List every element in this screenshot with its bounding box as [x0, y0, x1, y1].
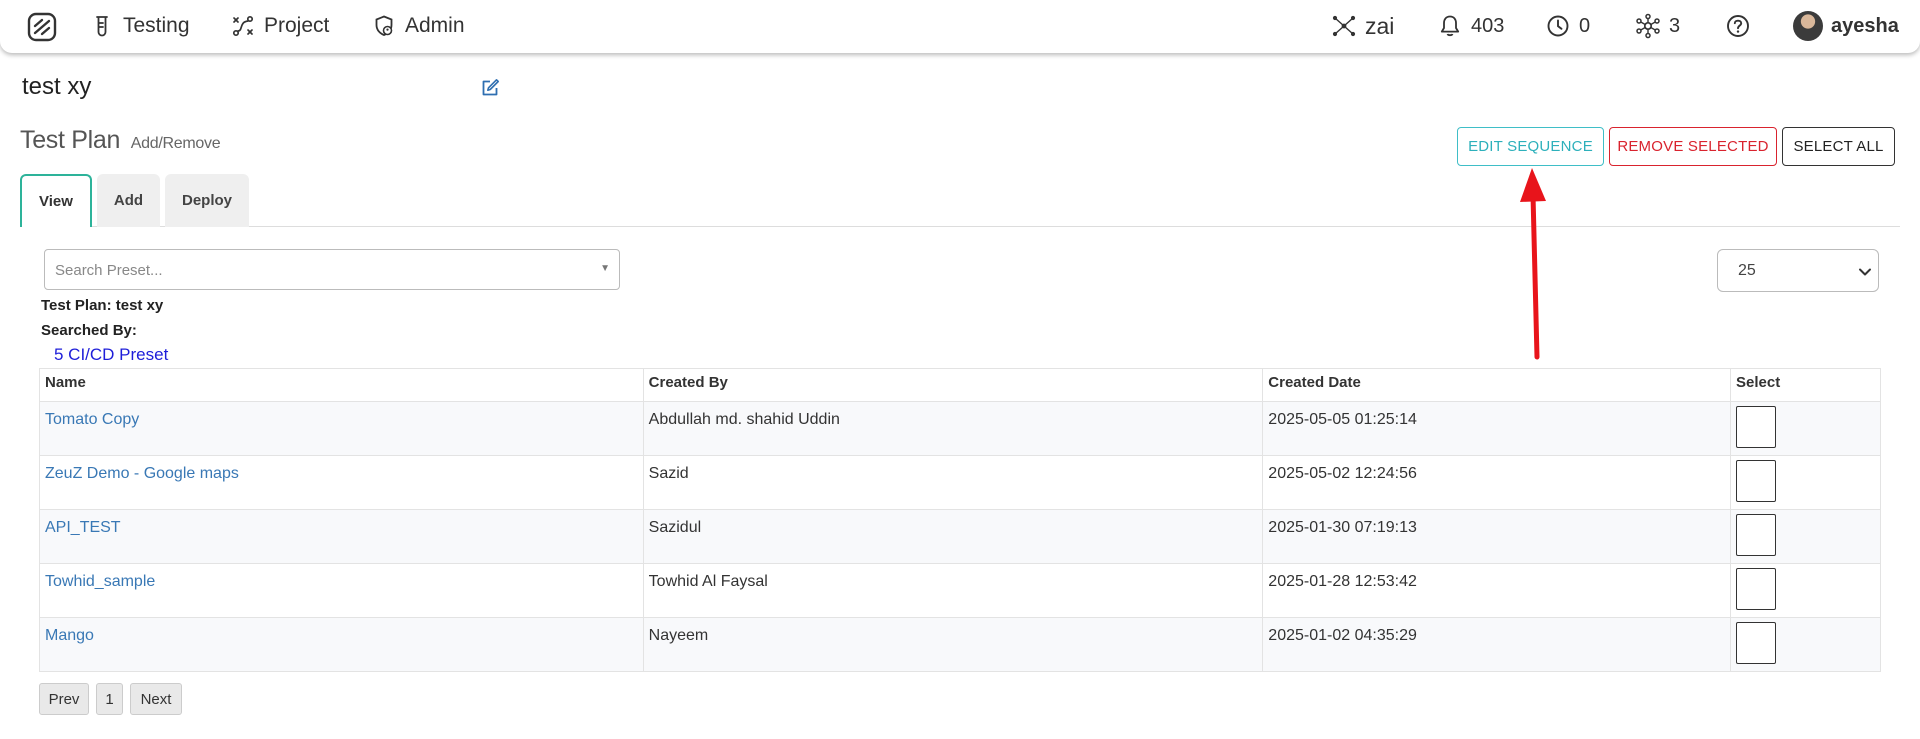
header-select: Select — [1730, 368, 1881, 402]
pagination-prev-button[interactable]: Prev — [39, 683, 89, 715]
row-name-link[interactable]: Tomato Copy — [39, 401, 644, 456]
section-subtitle: Add/Remove — [130, 135, 221, 152]
tab-add[interactable]: Add — [97, 174, 160, 227]
section-title: Test Plan Add/Remove — [20, 126, 221, 155]
row-select-cell — [1730, 455, 1881, 510]
table-row: Towhid_sample Towhid Al Faysal 2025-01-2… — [39, 563, 1881, 618]
row-select-cell — [1730, 617, 1881, 672]
searched-by-label: Searched By: — [41, 322, 137, 339]
history-count: 0 — [1579, 14, 1591, 37]
row-created-date: 2025-01-28 12:53:42 — [1262, 563, 1732, 618]
row-name-link[interactable]: API_TEST — [39, 509, 644, 564]
row-created-date: 2025-01-02 04:35:29 — [1262, 617, 1732, 672]
row-name-link[interactable]: Mango — [39, 617, 644, 672]
nodes-count: 3 — [1669, 14, 1681, 37]
bell-icon — [1440, 15, 1460, 37]
preset-link[interactable]: 5 CI/CD Preset — [54, 345, 168, 365]
tab-view[interactable]: View — [20, 174, 92, 227]
row-created-by: Sazid — [642, 455, 1264, 510]
annotation-arrow-icon — [1520, 168, 1546, 360]
nav-project-label: Project — [264, 14, 330, 37]
row-created-by: Sazidul — [642, 509, 1264, 564]
row-created-date: 2025-05-05 01:25:14 — [1262, 401, 1732, 456]
test-plan-table: Name Created By Created Date Select Toma… — [39, 368, 1881, 672]
header-created-date[interactable]: Created Date — [1262, 368, 1732, 402]
header-created-by[interactable]: Created By — [642, 368, 1264, 402]
edit-icon[interactable] — [479, 77, 501, 99]
clock-icon — [1547, 15, 1569, 37]
ai-network-icon — [1332, 15, 1356, 37]
row-select-cell — [1730, 401, 1881, 456]
table-row: Tomato Copy Abdullah md. shahid Uddin 20… — [39, 401, 1881, 456]
nav-testing[interactable]: Testing — [90, 13, 190, 39]
notifications-button[interactable]: 403 — [1437, 13, 1504, 39]
nodes-button[interactable]: 3 — [1635, 13, 1680, 39]
flask-icon — [96, 16, 108, 37]
nav-zai[interactable]: zai — [1331, 13, 1394, 39]
row-created-date: 2025-05-02 12:24:56 — [1262, 455, 1732, 510]
table-header-row: Name Created By Created Date Select — [39, 368, 1881, 402]
top-nav-bar: Testing Project Admin zai 403 0 3 ayesha — [0, 0, 1920, 53]
nav-testing-label: Testing — [123, 14, 190, 37]
dropdown-caret-icon: ▼ — [600, 263, 610, 274]
tab-deploy[interactable]: Deploy — [165, 174, 249, 227]
row-created-by: Nayeem — [642, 617, 1264, 672]
avatar — [1793, 11, 1823, 41]
admin-shield-icon — [375, 15, 393, 36]
table-row: ZeuZ Demo - Google maps Sazid 2025-05-02… — [39, 455, 1881, 510]
project-graph-icon — [232, 15, 254, 37]
zeuz-logo-icon[interactable] — [26, 11, 58, 43]
row-select-checkbox[interactable] — [1736, 406, 1777, 448]
test-plan-info: Test Plan: test xy — [41, 297, 164, 314]
history-button[interactable]: 0 — [1545, 13, 1590, 39]
row-select-checkbox[interactable] — [1736, 622, 1777, 664]
header-name[interactable]: Name — [39, 368, 644, 402]
pagination-page-1[interactable]: 1 — [96, 683, 123, 715]
row-select-checkbox[interactable] — [1736, 460, 1777, 502]
section-title-main: Test Plan — [20, 126, 121, 154]
nav-project[interactable]: Project — [231, 13, 329, 39]
help-icon — [1727, 15, 1749, 37]
row-select-checkbox[interactable] — [1736, 514, 1777, 556]
row-created-by: Abdullah md. shahid Uddin — [642, 401, 1264, 456]
help-button[interactable] — [1725, 13, 1751, 39]
nav-zai-label: zai — [1365, 12, 1395, 39]
row-select-cell — [1730, 563, 1881, 618]
table-row: API_TEST Sazidul 2025-01-30 07:19:13 — [39, 509, 1881, 564]
page-size-select[interactable]: 25 — [1717, 249, 1879, 292]
page-size-value: 25 — [1738, 262, 1756, 279]
nodes-hub-icon — [1636, 13, 1660, 39]
row-created-by: Towhid Al Faysal — [642, 563, 1264, 618]
edit-sequence-button[interactable]: EDIT SEQUENCE — [1457, 127, 1604, 166]
pagination-next-button[interactable]: Next — [130, 683, 182, 715]
user-menu[interactable]: ayesha — [1793, 11, 1899, 41]
nav-admin[interactable]: Admin — [372, 13, 465, 39]
project-title: test xy — [22, 73, 92, 100]
remove-selected-button[interactable]: REMOVE SELECTED — [1609, 127, 1777, 166]
search-preset-input[interactable]: Search Preset... ▼ — [44, 249, 620, 290]
notifications-count: 403 — [1471, 14, 1505, 37]
chevron-down-icon — [1859, 268, 1871, 276]
nav-admin-label: Admin — [405, 14, 465, 37]
username-label: ayesha — [1831, 14, 1899, 37]
select-all-button[interactable]: SELECT ALL — [1782, 127, 1895, 166]
table-row: Mango Nayeem 2025-01-02 04:35:29 — [39, 617, 1881, 672]
row-name-link[interactable]: ZeuZ Demo - Google maps — [39, 455, 644, 510]
row-select-cell — [1730, 509, 1881, 564]
search-preset-placeholder: Search Preset... — [55, 262, 163, 279]
row-name-link[interactable]: Towhid_sample — [39, 563, 644, 618]
row-select-checkbox[interactable] — [1736, 568, 1777, 610]
tabs-divider — [20, 226, 1900, 227]
row-created-date: 2025-01-30 07:19:13 — [1262, 509, 1732, 564]
